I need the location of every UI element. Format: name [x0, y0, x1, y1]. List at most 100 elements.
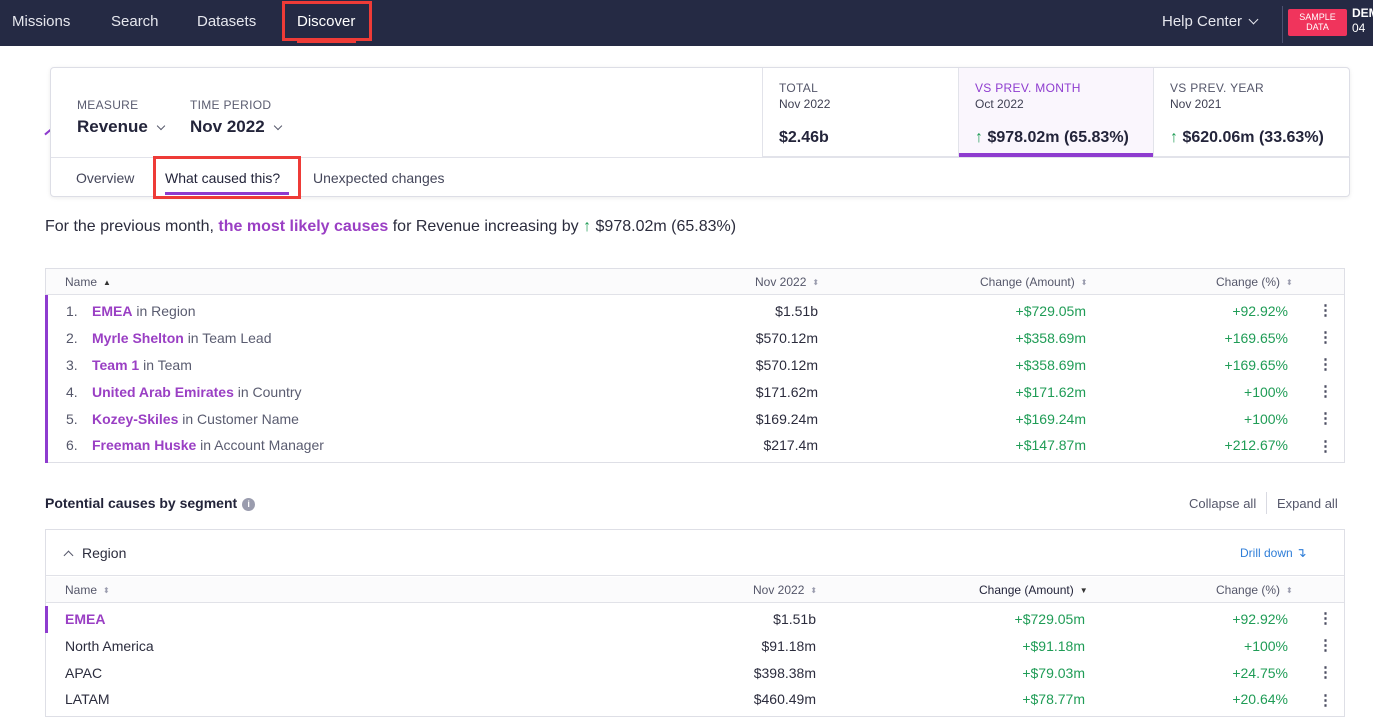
metric-total[interactable]: TOTAL Nov 2022 $2.46b: [763, 68, 958, 156]
change-pct-cell: +24.75%: [1232, 665, 1288, 681]
dimension-label: in Country: [237, 384, 302, 400]
value-cell: $171.62m: [755, 384, 818, 400]
nav-search[interactable]: Search: [111, 0, 159, 46]
demo-account[interactable]: DEM 04: [1352, 6, 1373, 36]
metric-panels: TOTAL Nov 2022 $2.46b VS PREV. MONTH Oct…: [762, 68, 1350, 157]
more-options-icon[interactable]: ⋮: [1318, 325, 1333, 350]
metric-vs-prev-year[interactable]: VS PREV. YEAR Nov 2021 ↑ $620.06m (33.63…: [1153, 68, 1351, 156]
entity-link[interactable]: Kozey-Skiles: [92, 411, 178, 427]
summary-middle: for Revenue increasing by: [392, 218, 579, 235]
expand-all-button[interactable]: Expand all: [1277, 496, 1338, 511]
sort-icon: ⬍: [103, 586, 110, 595]
table-row[interactable]: 1. EMEA in Region $1.51b +$729.05m +92.9…: [46, 298, 1344, 325]
metric-label: VS PREV. MONTH: [975, 81, 1081, 95]
chevron-down-icon: [1248, 14, 1259, 25]
col-value-header[interactable]: Nov 2022 ⬍: [753, 577, 817, 605]
table-row[interactable]: North America $91.18m +$91.18m +100% ⋮: [46, 633, 1344, 660]
change-pct-cell: +169.65%: [1224, 357, 1288, 373]
more-options-icon[interactable]: ⋮: [1318, 406, 1333, 431]
change-pct-cell: +92.92%: [1232, 611, 1288, 627]
region-name-link[interactable]: EMEA: [65, 606, 105, 633]
more-options-icon[interactable]: ⋮: [1318, 352, 1333, 377]
region-name: LATAM: [65, 691, 110, 707]
sort-icon: ⬍: [810, 586, 818, 595]
sort-asc-icon: ▲: [103, 278, 111, 287]
change-amount-cell: +$91.18m: [1022, 638, 1085, 654]
change-pct-cell: +100%: [1244, 411, 1288, 427]
row-rank: 1.: [66, 303, 78, 319]
col-change-amount-header[interactable]: Change (Amount) ▼: [979, 577, 1088, 605]
change-pct-cell: +212.67%: [1224, 437, 1288, 453]
change-pct-cell: +92.92%: [1232, 303, 1288, 319]
col-value-header[interactable]: Nov 2022 ⬍: [755, 269, 819, 297]
table-row[interactable]: 4. United Arab Emirates in Country $171.…: [46, 379, 1344, 406]
change-amount-cell: +$147.87m: [1015, 437, 1086, 453]
nav-missions[interactable]: Missions: [12, 0, 70, 46]
demo-date: 04: [1352, 21, 1366, 35]
change-amount-cell: +$78.77m: [1022, 691, 1085, 707]
entity-link[interactable]: Team 1: [92, 357, 139, 373]
table-row[interactable]: 6. Freeman Huske in Account Manager $217…: [46, 432, 1344, 459]
metric-card: MEASURE Revenue TIME PERIOD Nov 2022 TOT…: [50, 67, 1350, 199]
measure-selector[interactable]: MEASURE Revenue: [77, 98, 166, 137]
value-cell: $460.49m: [753, 691, 816, 707]
top-nav: Missions Search Datasets Discover Help C…: [0, 0, 1373, 46]
table-row[interactable]: 2. Myrle Shelton in Team Lead $570.12m +…: [46, 325, 1344, 352]
nav-active-underline: [297, 41, 356, 43]
metric-value: $2.46b: [779, 129, 829, 146]
drill-down-button[interactable]: Drill down ↴: [1240, 530, 1307, 576]
entity-link[interactable]: United Arab Emirates: [92, 384, 234, 400]
more-options-icon[interactable]: ⋮: [1318, 606, 1333, 631]
change-pct-cell: +100%: [1244, 638, 1288, 654]
main-canvas: MEASURE Revenue TIME PERIOD Nov 2022 TOT…: [0, 46, 1373, 728]
more-options-icon[interactable]: ⋮: [1318, 633, 1333, 658]
help-center-menu[interactable]: Help Center: [1162, 0, 1259, 46]
more-options-icon[interactable]: ⋮: [1318, 298, 1333, 323]
value-cell: $570.12m: [755, 357, 818, 373]
sort-icon: ⬍: [812, 278, 820, 287]
col-change-pct-header[interactable]: Change (%) ⬍: [1216, 269, 1293, 297]
sort-desc-icon: ▼: [1079, 586, 1088, 595]
arrow-up-icon: ↑: [1170, 129, 1178, 146]
more-options-icon[interactable]: ⋮: [1318, 688, 1333, 713]
table-row[interactable]: 3. Team 1 in Team $570.12m +$358.69m +16…: [46, 352, 1344, 379]
change-amount-cell: +$358.69m: [1015, 330, 1086, 346]
entity-link[interactable]: EMEA: [92, 303, 132, 319]
summary-highlight-link[interactable]: the most likely causes: [218, 218, 388, 235]
tab-active-underline: [165, 192, 289, 195]
col-name-header[interactable]: Name ⬍: [65, 577, 110, 605]
dimension-label: in Team: [143, 357, 192, 373]
segment-section-title: Potential causes by segment i: [45, 495, 256, 512]
tab-unexpected-changes[interactable]: Unexpected changes: [313, 158, 445, 198]
table-row[interactable]: LATAM $460.49m +$78.77m +20.64% ⋮: [46, 686, 1344, 713]
change-amount-cell: +$358.69m: [1015, 357, 1086, 373]
col-change-pct-header[interactable]: Change (%) ⬍: [1216, 577, 1293, 605]
change-amount-cell: +$171.62m: [1015, 384, 1086, 400]
region-panel-header[interactable]: Region Drill down ↴: [46, 530, 1344, 576]
table-row[interactable]: EMEA $1.51b +$729.05m +92.92% ⋮: [45, 606, 1344, 633]
table-row[interactable]: APAC $398.38m +$79.03m +24.75% ⋮: [46, 660, 1344, 687]
info-icon[interactable]: i: [242, 498, 256, 511]
time-period-selector[interactable]: TIME PERIOD Nov 2022: [190, 98, 282, 137]
time-period-label: TIME PERIOD: [190, 98, 272, 112]
sort-icon: ⬍: [1286, 278, 1293, 287]
table-header: Name ⬍ Nov 2022 ⬍ Change (Amount) ▼ Change …: [46, 577, 1344, 603]
arrow-up-icon: ↑: [975, 129, 983, 146]
col-name-header[interactable]: Name ▲: [65, 269, 111, 297]
more-options-icon[interactable]: ⋮: [1318, 379, 1333, 404]
entity-link[interactable]: Freeman Huske: [92, 437, 196, 453]
more-options-icon[interactable]: ⋮: [1318, 660, 1333, 685]
nav-datasets[interactable]: Datasets: [197, 0, 256, 46]
col-change-amount-header[interactable]: Change (Amount) ⬍: [980, 269, 1087, 297]
change-amount-cell: +$169.24m: [1015, 411, 1086, 427]
chevron-up-icon[interactable]: [63, 550, 74, 561]
dimension-label: in Customer Name: [182, 411, 299, 427]
entity-link[interactable]: Myrle Shelton: [92, 330, 184, 346]
nav-discover[interactable]: Discover: [297, 0, 355, 46]
tab-overview[interactable]: Overview: [76, 158, 134, 198]
metric-vs-prev-month[interactable]: VS PREV. MONTH Oct 2022 ↑ $978.02m (65.8…: [958, 68, 1153, 157]
change-pct-cell: +169.65%: [1224, 330, 1288, 346]
table-row[interactable]: 5. Kozey-Skiles in Customer Name $169.24…: [46, 406, 1344, 433]
more-options-icon[interactable]: ⋮: [1318, 434, 1333, 459]
collapse-all-button[interactable]: Collapse all: [1189, 496, 1256, 511]
